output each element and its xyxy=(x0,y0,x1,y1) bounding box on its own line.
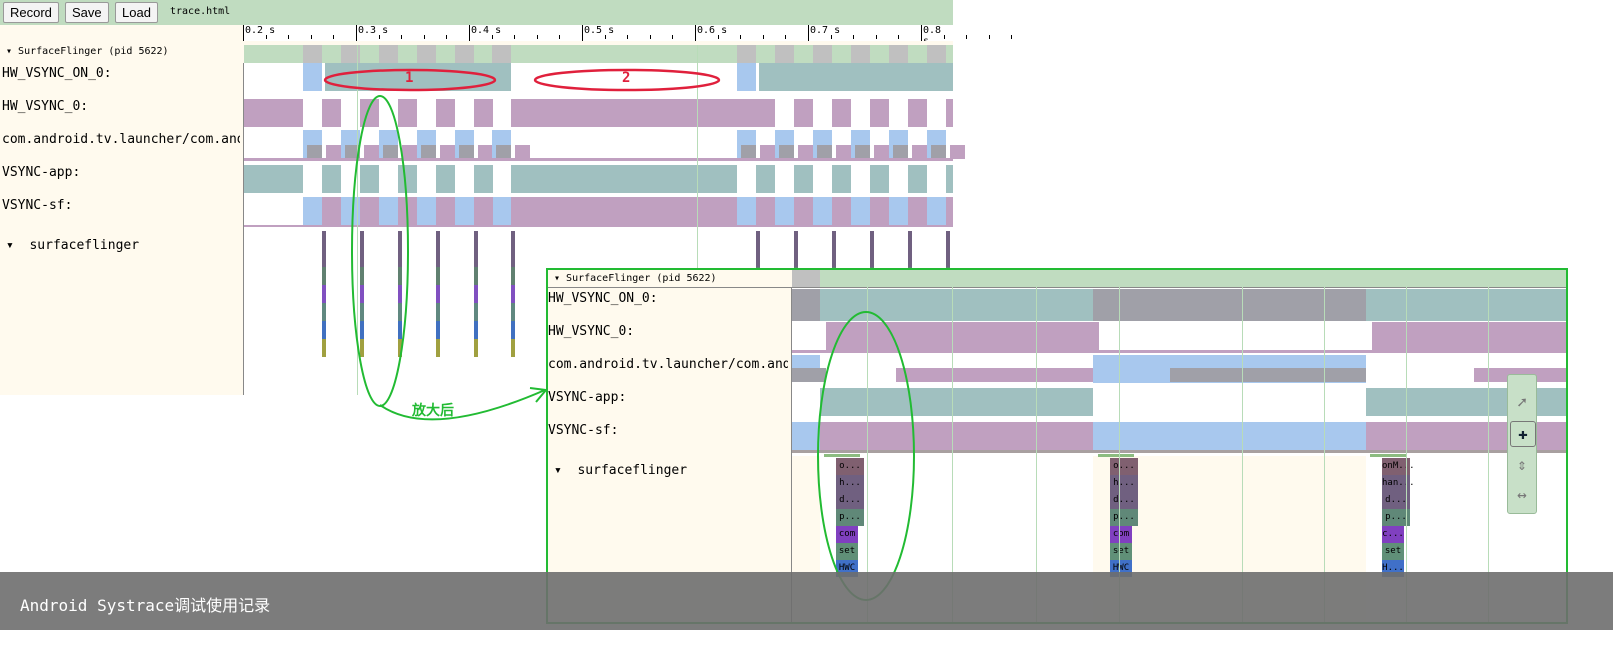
zoom-annotation-label: 放大后 xyxy=(412,403,454,419)
pan-icon[interactable]: ✚ xyxy=(1510,421,1536,447)
select-icon[interactable]: ➚ xyxy=(1510,391,1534,415)
main-highlight-ellipse xyxy=(351,95,409,407)
caption-text: Android Systrace调试使用记录 xyxy=(20,596,271,615)
zoom-annotation xyxy=(817,311,915,601)
region-1-label: 1 xyxy=(405,70,414,86)
region-2-label: 2 xyxy=(622,70,631,86)
navigation-toolbar: ➚ ✚ ⇕ ↔ xyxy=(1507,374,1537,514)
zoom-highlight-ellipse xyxy=(817,311,915,601)
zoom-icon[interactable]: ⇕ xyxy=(1510,453,1534,477)
timing-icon[interactable]: ↔ xyxy=(1510,483,1534,507)
zoom-arrow xyxy=(379,389,546,421)
caption-bar: Android Systrace调试使用记录 xyxy=(0,572,1613,630)
zoomed-trace-view: ▾ SurfaceFlinger (pid 5622) HW_VSYNC_ON_… xyxy=(546,268,1568,624)
